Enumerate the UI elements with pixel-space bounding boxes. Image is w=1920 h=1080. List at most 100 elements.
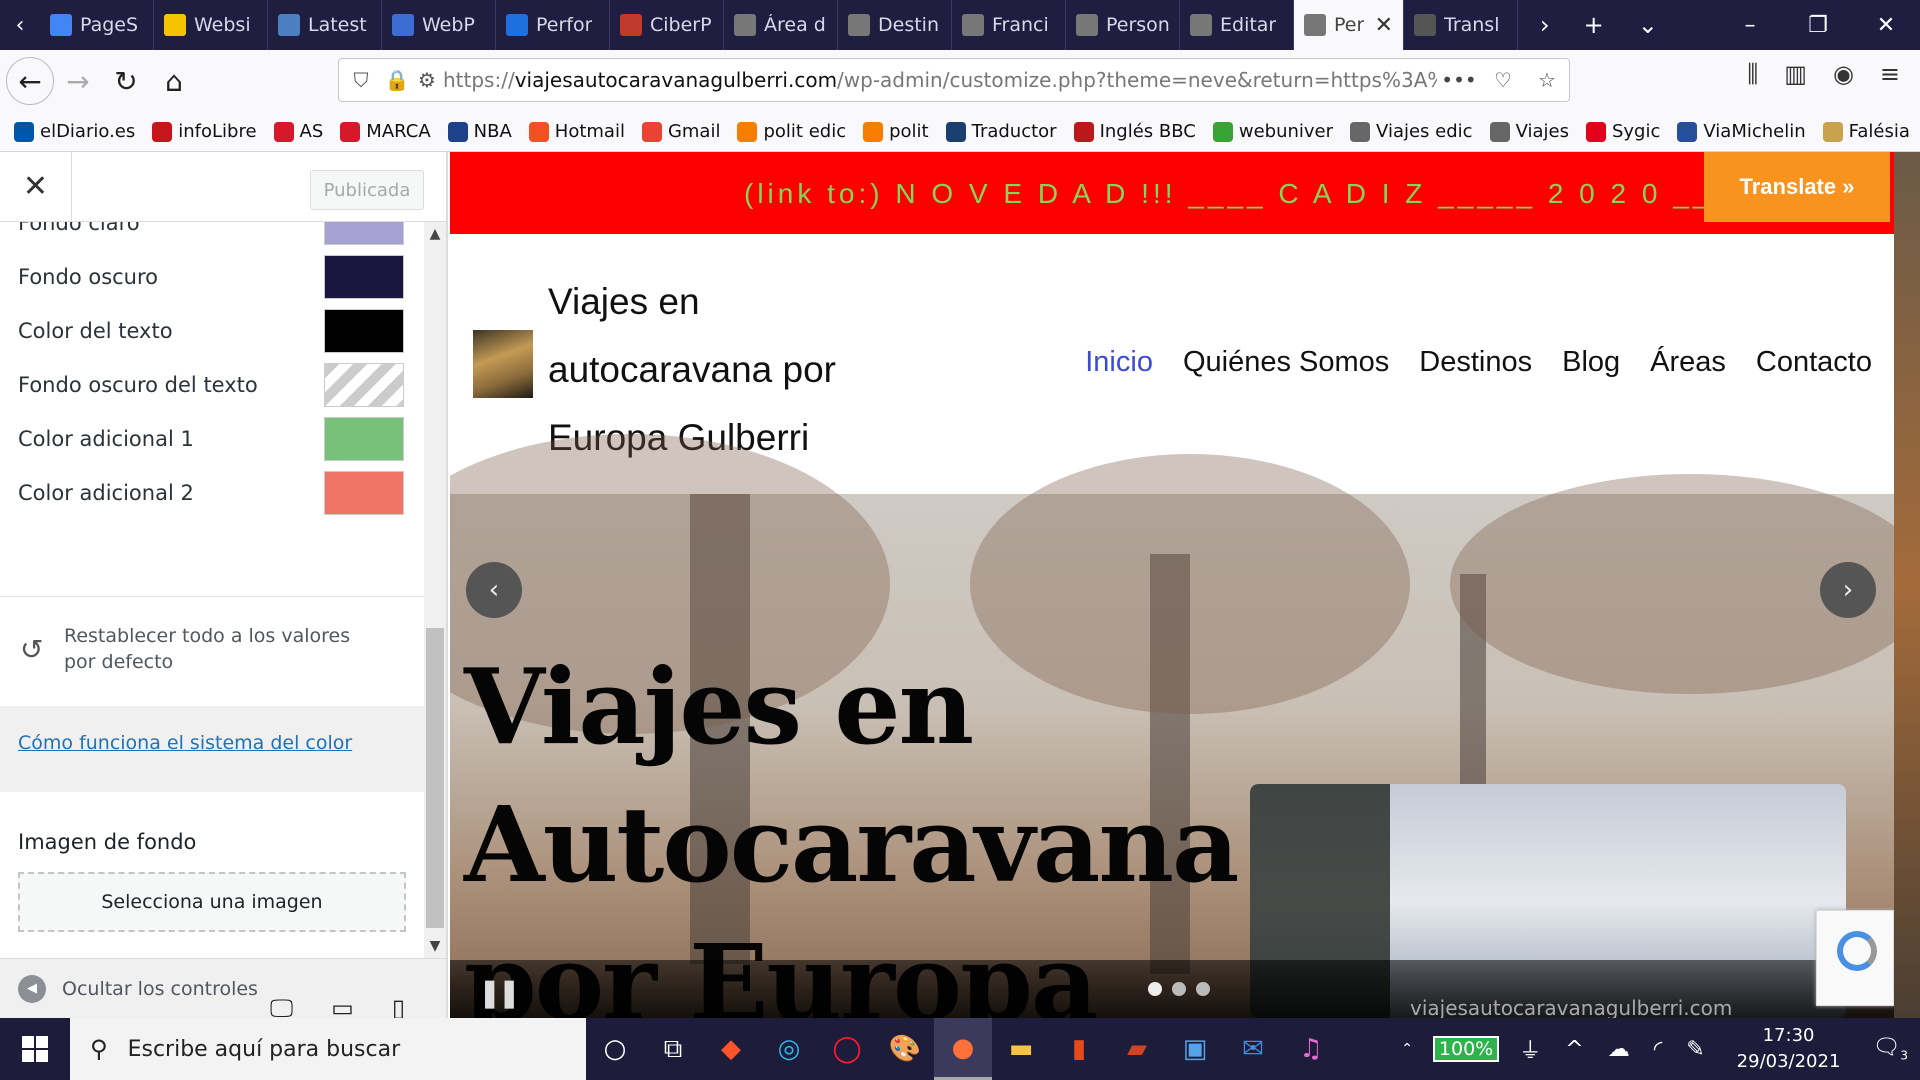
sidebar-icon[interactable]: ▥	[1784, 60, 1807, 88]
bookmark-item[interactable]: Hotmail	[528, 121, 625, 142]
color-system-help-link[interactable]: Cómo funciona el sistema del color	[18, 732, 352, 754]
browser-tab[interactable]: Websi	[154, 0, 268, 50]
browser-tab[interactable]: WebP	[382, 0, 496, 50]
bookmark-item[interactable]: ViaMichelin	[1677, 121, 1806, 142]
menu-item[interactable]: Destinos	[1419, 346, 1532, 379]
photos-icon[interactable]: ▣	[1166, 1018, 1224, 1080]
paint-icon[interactable]: 🎨	[876, 1018, 934, 1080]
itunes-icon[interactable]: ♫	[1282, 1018, 1340, 1080]
bookmark-item[interactable]: webuniver	[1212, 121, 1333, 142]
library-icon[interactable]: ⫼	[1747, 60, 1758, 88]
new-tab-button[interactable]: +	[1584, 11, 1604, 39]
onedrive-icon[interactable]: ☁	[1608, 1037, 1630, 1062]
task-view-icon[interactable]: ⧉	[644, 1018, 702, 1080]
edge-icon[interactable]: ◎	[760, 1018, 818, 1080]
menu-item[interactable]: Blog	[1562, 346, 1620, 379]
start-button[interactable]	[0, 1018, 70, 1080]
mail-icon[interactable]: ✉	[1224, 1018, 1282, 1080]
url-text[interactable]: https://viajesautocaravanagulberri.com/w…	[443, 68, 1437, 92]
bookmark-item[interactable]: AS	[273, 121, 323, 142]
announcement-marquee[interactable]: (link to:) N O V E D A D !!! ____ C A D …	[744, 178, 1849, 210]
slider-dot[interactable]	[1196, 982, 1210, 996]
powerpoint-icon[interactable]: ▰	[1108, 1018, 1166, 1080]
bookmark-item[interactable]: Falésia	[1822, 121, 1910, 142]
color-swatch-button[interactable]	[324, 309, 404, 353]
browser-tab[interactable]: Editar	[1180, 0, 1294, 50]
minimize-button[interactable]: –	[1716, 13, 1784, 38]
pocket-icon[interactable]: ♡	[1481, 68, 1525, 92]
permissions-icon[interactable]: ⚙	[411, 68, 443, 92]
preview-scrollbar[interactable]	[1894, 152, 1920, 1018]
close-window-button[interactable]: ✕	[1852, 13, 1920, 38]
list-all-tabs-button[interactable]: ⌄	[1638, 11, 1658, 39]
clock[interactable]: 17:30 29/03/2021	[1737, 1023, 1841, 1075]
account-icon[interactable]: ◉	[1833, 60, 1854, 88]
bookmark-item[interactable]: Viajes edic	[1350, 121, 1473, 142]
page-actions-button[interactable]: •••	[1437, 68, 1481, 92]
back-button[interactable]: ←	[6, 57, 54, 105]
chevron-up-icon[interactable]: ^	[1565, 1037, 1583, 1062]
menu-item[interactable]: Contacto	[1756, 346, 1872, 379]
browser-tab[interactable]: Person	[1066, 0, 1180, 50]
browser-tab[interactable]: Franci	[952, 0, 1066, 50]
pen-icon[interactable]: ✎	[1686, 1037, 1704, 1062]
color-swatch-button[interactable]	[324, 417, 404, 461]
menu-item[interactable]: Quiénes Somos	[1183, 346, 1389, 379]
color-swatch-button[interactable]	[324, 363, 404, 407]
bookmark-item[interactable]: Viajes	[1489, 121, 1569, 142]
menu-item[interactable]: Áreas	[1650, 346, 1726, 379]
wifi-icon[interactable]: ◜	[1654, 1037, 1663, 1062]
tracking-protection-icon[interactable]: ⛉	[339, 68, 383, 92]
collapse-icon[interactable]: ◀	[18, 974, 46, 1003]
lock-icon[interactable]: 🔒	[383, 68, 411, 92]
bookmark-item[interactable]: infoLibre	[152, 121, 257, 142]
color-swatch-button[interactable]	[324, 222, 404, 245]
tab-scroll-right-button[interactable]: ›	[1540, 11, 1550, 39]
brave-icon[interactable]: ◆	[702, 1018, 760, 1080]
bookmark-item[interactable]: polit edic	[737, 121, 846, 142]
pause-icon[interactable]: ❚❚	[478, 976, 521, 1009]
scroll-down-arrow[interactable]: ▼	[424, 934, 446, 958]
office-icon[interactable]: ▮	[1050, 1018, 1108, 1080]
color-swatch-button[interactable]	[324, 471, 404, 515]
taskbar-search[interactable]: ⚲ Escribe aquí para buscar	[70, 1018, 586, 1080]
tab-scroll-left-button[interactable]: ‹	[0, 0, 40, 50]
bookmark-item[interactable]: MARCA	[340, 121, 431, 142]
bookmark-item[interactable]: Traductor	[945, 121, 1057, 142]
browser-tab[interactable]: Área d	[724, 0, 838, 50]
bookmark-item[interactable]: NBA	[447, 121, 512, 142]
reset-colors-control[interactable]: ↺ Restablecer todo a los valores por def…	[0, 596, 424, 706]
forward-button[interactable]: →	[54, 57, 102, 105]
scroll-up-arrow[interactable]: ▲	[424, 222, 446, 246]
menu-item[interactable]: Inicio	[1085, 346, 1153, 379]
cortana-icon[interactable]: ○	[586, 1018, 644, 1080]
power-plug-icon[interactable]: ⏚	[1519, 1033, 1541, 1065]
restore-button[interactable]: ❐	[1784, 13, 1852, 38]
bookmark-item[interactable]: Gmail	[641, 121, 720, 142]
browser-tab[interactable]: Per ✕	[1294, 0, 1404, 50]
translate-button[interactable]: Translate »	[1704, 152, 1890, 222]
menu-icon[interactable]: ≡	[1880, 60, 1900, 88]
browser-tab[interactable]: Destin	[838, 0, 952, 50]
publish-button[interactable]: Publicada	[310, 170, 424, 210]
recaptcha-badge[interactable]	[1816, 910, 1894, 1006]
file-explorer-icon[interactable]: ▬	[992, 1018, 1050, 1080]
browser-tab[interactable]: CiberP	[610, 0, 724, 50]
slider-dot[interactable]	[1172, 982, 1186, 996]
site-logo[interactable]	[473, 330, 533, 398]
browser-tab[interactable]: Perfor	[496, 0, 610, 50]
panel-scrollbar[interactable]: ▲ ▼	[424, 222, 446, 958]
browser-tab[interactable]: PageS	[40, 0, 154, 50]
slider-dot[interactable]	[1148, 982, 1162, 996]
select-image-button[interactable]: Selecciona una imagen	[18, 872, 406, 932]
battery-indicator[interactable]: 100%	[1432, 1036, 1500, 1062]
firefox-icon[interactable]: ●	[934, 1018, 992, 1080]
tray-overflow-icon[interactable]: ⌃	[1401, 1041, 1413, 1057]
color-swatch-button[interactable]	[324, 255, 404, 299]
bookmark-item[interactable]: Sygic	[1585, 121, 1660, 142]
bookmark-item[interactable]: polit	[863, 121, 929, 142]
opera-icon[interactable]: ◯	[818, 1018, 876, 1080]
bookmark-item[interactable]: Inglés BBC	[1073, 121, 1196, 142]
browser-tab[interactable]: Transl	[1404, 0, 1518, 50]
slider-next-button[interactable]: ›	[1820, 562, 1876, 618]
